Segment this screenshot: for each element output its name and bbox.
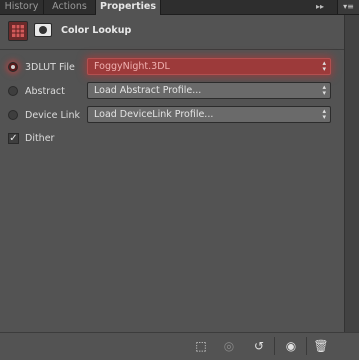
select-devicelink-profile[interactable]: Load DeviceLink Profile... ▴ ▾	[87, 106, 331, 123]
properties-footer: ⬚ ◎ ↺ ◉ 🗑	[0, 332, 359, 360]
properties-panel: History Actions Properties ▸▸ ▾≡ Color L…	[0, 0, 359, 360]
radio-device-link[interactable]	[8, 110, 18, 120]
label-3dlut-file: 3DLUT File	[25, 62, 75, 73]
updown-arrows-icon: ▴ ▾	[322, 59, 326, 73]
panel-menu-icon[interactable]: ▾≡	[337, 0, 359, 14]
row-dither: ✓ Dither	[0, 129, 344, 149]
row-abstract: Abstract Load Abstract Profile... ▴ ▾	[0, 82, 344, 102]
reset-icon[interactable]: ↺	[248, 337, 270, 355]
properties-content: 3DLUT File FoggyNight.3DL ▴ ▾ Abstract Lo…	[0, 50, 344, 332]
tab-history[interactable]: History	[0, 0, 44, 14]
updown-arrows-icon: ▴ ▾	[322, 83, 326, 97]
panel-title: Color Lookup	[61, 25, 132, 36]
select-abstract-profile[interactable]: Load Abstract Profile... ▴ ▾	[87, 82, 331, 99]
layer-mask-icon[interactable]	[34, 23, 52, 37]
row-device-link: Device Link Load DeviceLink Profile... ▴…	[0, 106, 344, 126]
visibility-eye-icon[interactable]: ◉	[280, 337, 302, 355]
dither-checkbox[interactable]: ✓	[8, 133, 19, 144]
tab-actions[interactable]: Actions	[44, 0, 96, 14]
clip-to-layer-icon[interactable]: ⬚	[190, 337, 212, 355]
updown-arrows-icon: ▴ ▾	[322, 107, 326, 121]
radio-3dlut-file[interactable]	[8, 62, 18, 72]
panel-tab-bar: History Actions Properties ▸▸ ▾≡	[0, 0, 359, 15]
row-3dlut-file: 3DLUT File FoggyNight.3DL ▴ ▾	[0, 58, 344, 78]
tab-properties[interactable]: Properties	[96, 0, 161, 15]
trash-icon[interactable]: 🗑	[310, 337, 332, 355]
select-3dlut-file[interactable]: FoggyNight.3DL ▴ ▾	[87, 58, 331, 75]
properties-header: Color Lookup	[0, 15, 344, 50]
footer-divider	[306, 337, 307, 355]
vertical-scrollbar[interactable]	[344, 15, 359, 332]
label-abstract: Abstract	[25, 86, 65, 97]
footer-divider	[274, 337, 275, 355]
view-previous-state-icon[interactable]: ◎	[218, 337, 240, 355]
select-abstract-value: Load Abstract Profile...	[94, 85, 202, 96]
label-dither: Dither	[25, 133, 55, 144]
color-lookup-grid-icon[interactable]	[8, 21, 28, 41]
label-device-link: Device Link	[25, 110, 80, 121]
double-chevron-right-icon[interactable]: ▸▸	[313, 1, 327, 13]
radio-abstract[interactable]	[8, 86, 18, 96]
select-3dlut-value: FoggyNight.3DL	[94, 61, 170, 72]
select-devicelink-value: Load DeviceLink Profile...	[94, 109, 214, 120]
